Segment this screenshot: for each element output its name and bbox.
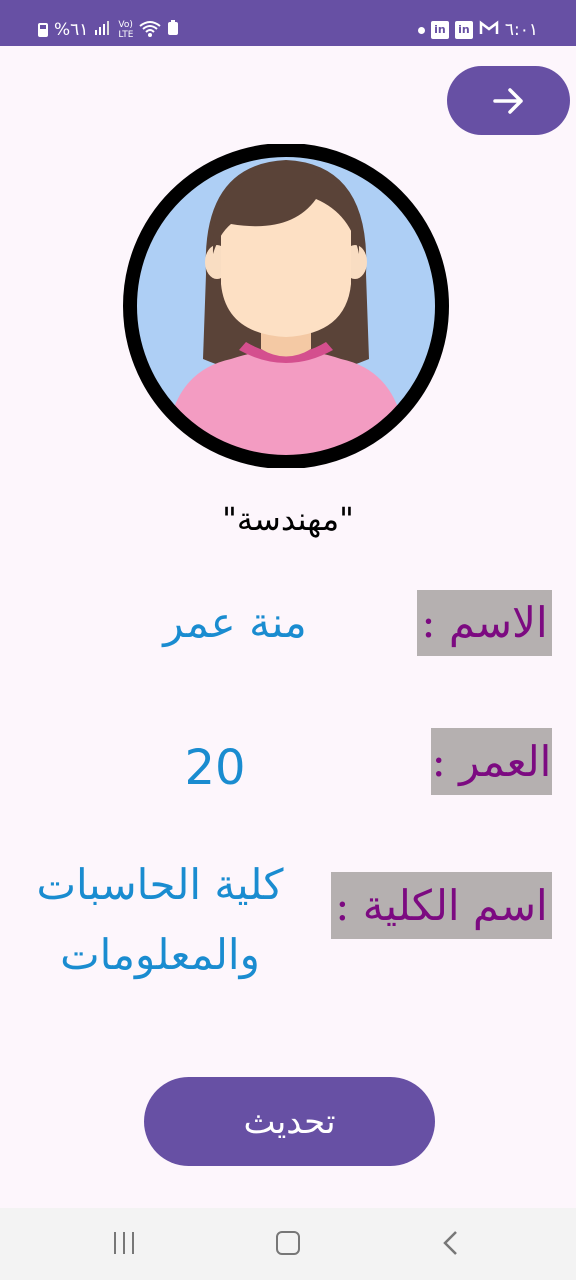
college-label: اسم الكلية : <box>331 872 552 939</box>
data-saver-icon <box>167 20 179 40</box>
college-value: كلية الحاسبات والمعلومات <box>20 850 300 990</box>
college-value-line2: والمعلومات <box>60 930 260 979</box>
age-label: العمر : <box>431 728 552 795</box>
profile-title: "مهندسة" <box>222 500 354 538</box>
arrow-right-icon <box>492 87 523 114</box>
dot-icon <box>417 26 425 34</box>
navigation-bar <box>0 1208 576 1280</box>
name-value: منة عمر <box>163 598 307 647</box>
status-right: in in ٦:٠١ <box>417 20 538 40</box>
name-label: الاسم : <box>417 590 552 656</box>
status-bar: %٦١ Vo) LTE in in ٦:٠١ <box>0 0 576 46</box>
profile-avatar <box>121 143 451 469</box>
wifi-icon <box>139 20 162 40</box>
back-chevron-icon[interactable] <box>442 1230 458 1260</box>
age-value: 20 <box>184 740 246 796</box>
update-button[interactable]: تحديث <box>144 1077 435 1166</box>
volte-icon: Vo) LTE <box>118 20 134 40</box>
battery-percent: %٦١ <box>54 20 89 40</box>
linkedin-icon: in <box>430 21 449 39</box>
gmail-icon <box>479 20 499 40</box>
back-button[interactable] <box>447 66 570 135</box>
status-left: %٦١ Vo) LTE <box>38 20 179 40</box>
battery-icon <box>38 23 48 37</box>
status-time: ٦:٠١ <box>504 20 538 40</box>
home-icon[interactable] <box>276 1231 300 1255</box>
recent-apps-icon[interactable] <box>114 1232 134 1254</box>
college-value-line1: كلية الحاسبات <box>36 860 284 909</box>
signal-icon <box>94 20 112 40</box>
linkedin-icon: in <box>454 21 473 39</box>
female-avatar-icon <box>123 143 449 469</box>
